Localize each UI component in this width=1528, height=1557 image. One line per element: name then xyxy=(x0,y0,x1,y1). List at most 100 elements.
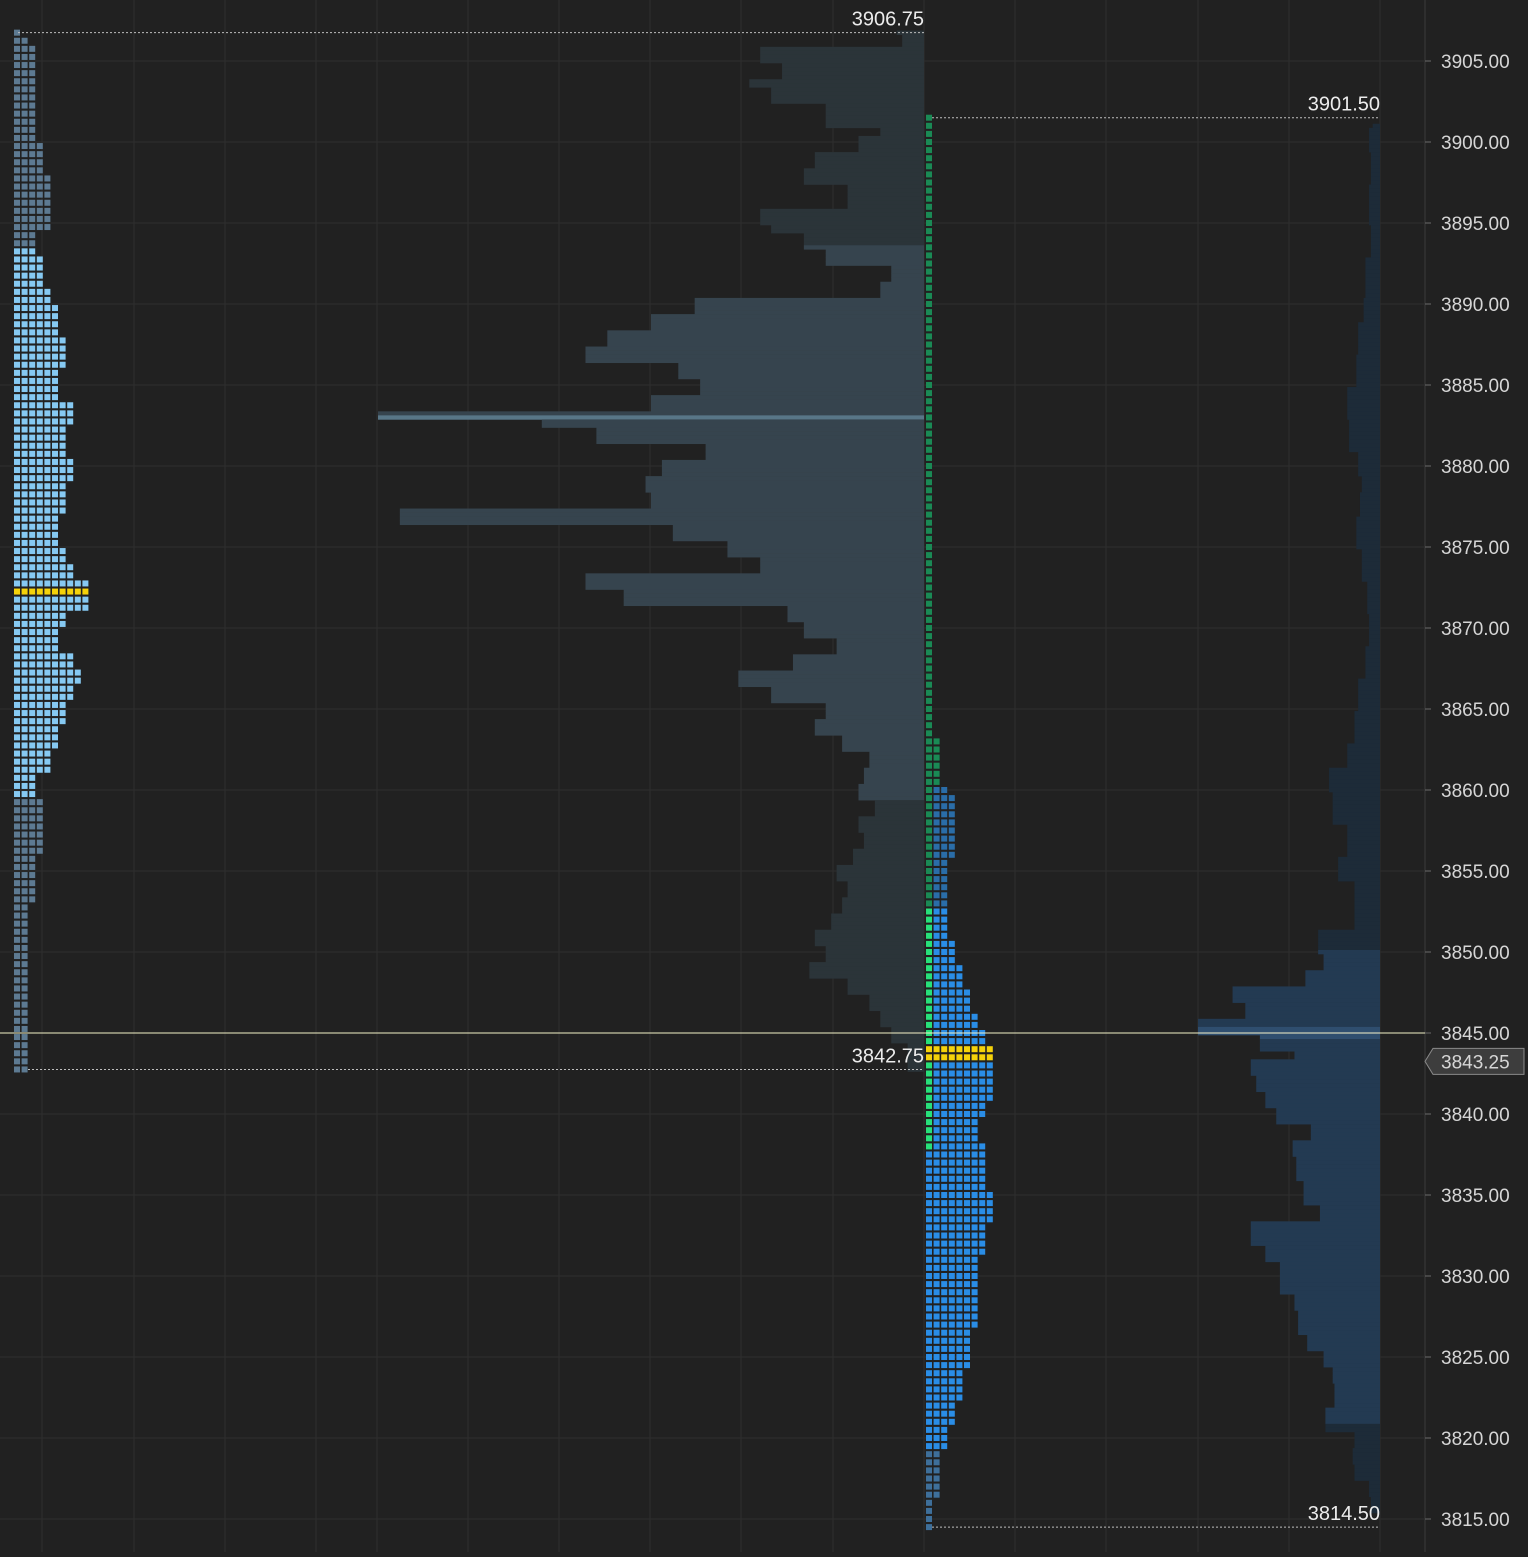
tpo-block xyxy=(926,949,932,955)
volume-bar xyxy=(1347,759,1380,764)
tpo-block xyxy=(926,1305,932,1312)
volume-bar xyxy=(809,962,924,967)
tpo-block xyxy=(21,426,28,433)
tpo-block xyxy=(29,183,36,190)
volume-bar xyxy=(1358,455,1380,461)
volume-bar xyxy=(825,115,924,121)
tpo-block xyxy=(926,1216,932,1223)
tpo-block xyxy=(926,673,932,680)
tpo-block xyxy=(926,292,932,299)
volume-bar xyxy=(1332,1367,1380,1372)
tpo-block xyxy=(21,1001,28,1008)
tpo-block xyxy=(971,1297,978,1304)
tpo-block xyxy=(971,1183,978,1190)
volume-bar xyxy=(1369,638,1380,643)
tpo-block xyxy=(933,940,940,947)
tpo-block xyxy=(933,1102,940,1109)
volume-bar xyxy=(1369,216,1380,222)
tpo-block xyxy=(926,1175,932,1182)
volume-bar xyxy=(1370,156,1380,161)
tpo-block xyxy=(29,256,36,263)
tpo-block xyxy=(21,782,28,789)
tpo-block xyxy=(926,1183,932,1190)
tpo-block xyxy=(67,410,74,417)
tpo-block xyxy=(933,746,940,753)
tpo-block xyxy=(933,1426,940,1433)
tpo-block xyxy=(926,1127,932,1134)
tpo-block xyxy=(926,1491,932,1498)
axis-tick-label: 3890.00 xyxy=(1441,295,1510,316)
tpo-block xyxy=(933,1451,940,1458)
tpo-block xyxy=(926,171,932,178)
tpo-block xyxy=(21,313,28,320)
tpo-block xyxy=(941,1111,948,1117)
tpo-block xyxy=(971,1273,978,1279)
tpo-block xyxy=(926,560,932,567)
volume-bar xyxy=(825,958,924,963)
tpo-poc-block xyxy=(67,588,74,595)
tpo-block xyxy=(21,1042,28,1049)
tpo-block xyxy=(67,604,74,611)
volume-bar xyxy=(1354,889,1380,894)
volume-bar xyxy=(847,978,924,983)
tpo-block xyxy=(21,807,28,814)
tpo-poc-block xyxy=(29,588,36,595)
tpo-block xyxy=(926,1459,932,1466)
tpo-block xyxy=(82,596,89,603)
tpo-block xyxy=(14,645,20,652)
tpo-block xyxy=(59,653,66,660)
tpo-block xyxy=(926,754,932,761)
volume-bar xyxy=(1356,524,1380,530)
tpo-block xyxy=(52,337,58,344)
volume-bar xyxy=(1347,747,1380,752)
volume-bar xyxy=(1365,666,1380,671)
volume-bar xyxy=(1347,415,1380,420)
tpo-block xyxy=(956,1005,963,1012)
volume-bar xyxy=(1354,881,1380,886)
volume-bar xyxy=(809,974,924,979)
tpo-block xyxy=(926,706,932,712)
tpo-block xyxy=(971,1038,978,1045)
volume-bar xyxy=(1334,1403,1380,1408)
tpo-block xyxy=(29,86,36,93)
volume-bar xyxy=(1352,1448,1380,1453)
tpo-poc-block xyxy=(979,1046,986,1053)
tpo-block xyxy=(14,515,20,522)
chart-canvas[interactable]: 3905.003900.003895.003890.003885.003880.… xyxy=(0,0,1528,1552)
volume-bar xyxy=(1329,787,1380,793)
volume-bar xyxy=(1232,998,1380,1003)
volume-bar xyxy=(771,694,924,700)
tpo-block xyxy=(956,1273,963,1279)
tpo-block xyxy=(979,1151,986,1158)
tpo-block xyxy=(44,548,51,555)
tpo-block xyxy=(14,742,20,749)
tpo-block xyxy=(14,758,20,765)
tpo-block xyxy=(14,499,20,506)
tpo-block xyxy=(941,932,948,939)
volume-bar xyxy=(651,395,924,400)
volume-bar xyxy=(760,557,924,562)
tpo-block xyxy=(21,896,28,903)
tpo-block xyxy=(941,1345,948,1352)
tpo-block xyxy=(21,969,28,976)
tpo-block xyxy=(933,1491,940,1498)
tpo-block xyxy=(29,232,36,239)
tpo-block xyxy=(14,232,20,239)
tpo-block xyxy=(926,997,932,1004)
tpo-block xyxy=(926,714,932,721)
tpo-block xyxy=(29,167,36,174)
volume-bar xyxy=(803,168,924,173)
tpo-block xyxy=(926,1378,932,1385)
volume-bar xyxy=(825,945,924,951)
tpo-block xyxy=(926,1475,932,1482)
tpo-block xyxy=(21,248,28,255)
tpo-block xyxy=(21,961,28,968)
tpo-poc-block xyxy=(82,588,89,595)
tpo-block xyxy=(948,1175,955,1182)
volume-bar xyxy=(869,1002,924,1007)
market-profile-chart[interactable]: 3905.00 3900.00 3895.00 3890.00 3885.00 3880.… xyxy=(0,0,1528,1552)
tpo-block xyxy=(956,1337,963,1344)
price-axis[interactable]: 3905.003900.003895.003890.003885.003880.… xyxy=(1424,52,1525,1531)
volume-bar xyxy=(585,350,924,355)
volume-bar xyxy=(651,500,924,505)
